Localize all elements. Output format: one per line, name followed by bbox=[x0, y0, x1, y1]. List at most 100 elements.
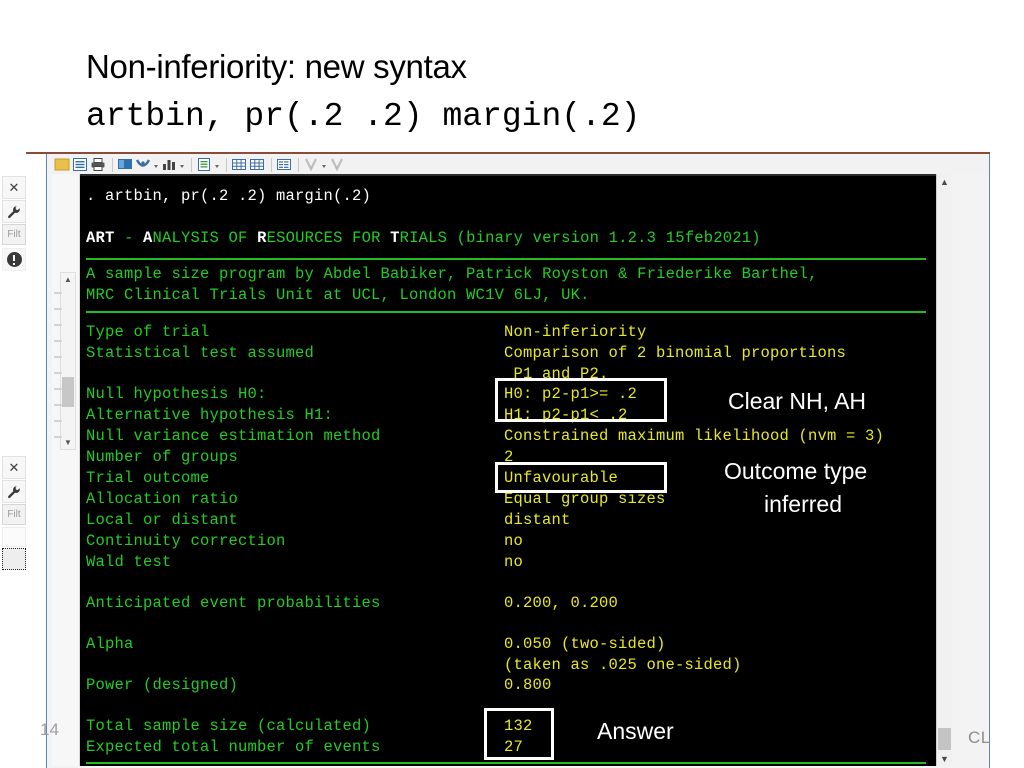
annotation-outcome-type-line1: Outcome type bbox=[724, 458, 868, 484]
art-banner: ART - ANALYSIS OF RESOURCES FOR TRIALS (… bbox=[86, 228, 761, 249]
label-expected-events: Expected total number of events bbox=[86, 738, 381, 756]
annotation-answer: Answer bbox=[597, 718, 674, 744]
value-wald-test: no bbox=[504, 553, 524, 571]
break-icon[interactable] bbox=[303, 157, 319, 172]
label-anticipated-probabilities: Anticipated event probabilities bbox=[86, 594, 381, 612]
dotted-selection-box[interactable] bbox=[2, 548, 26, 570]
art-banner-esources: ESOURCES FOR bbox=[266, 229, 391, 247]
chevron-down-icon[interactable] bbox=[153, 158, 159, 172]
label-power: Power (designed) bbox=[86, 676, 239, 694]
slide-canvas: Non-inferiority: new syntax artbin, pr(.… bbox=[0, 0, 1024, 768]
chevron-down-icon[interactable] bbox=[179, 158, 185, 172]
answer-highlight-box bbox=[484, 708, 554, 760]
art-banner-t: T bbox=[390, 229, 400, 247]
blank-panel-slot bbox=[2, 527, 26, 547]
art-banner-art: ART bbox=[86, 229, 115, 247]
settings-wrench-button-top[interactable] bbox=[2, 200, 26, 223]
value-local-or-distant: distant bbox=[504, 511, 571, 529]
label-statistical-test: Statistical test assumed bbox=[86, 344, 315, 362]
annotation-clear-nh-ah: Clear NH, AH bbox=[728, 388, 867, 414]
banner-rule-top bbox=[86, 258, 926, 260]
scroll-down-arrow-icon[interactable]: ▼ bbox=[937, 751, 952, 766]
art-banner-r: R bbox=[257, 229, 267, 247]
filter-button-bottom[interactable]: Filt bbox=[2, 504, 26, 525]
ghost-list-row bbox=[54, 404, 62, 406]
label-alternative-hypothesis: Alternative hypothesis H1: bbox=[86, 406, 334, 424]
stata-toolbar[interactable] bbox=[47, 155, 989, 174]
graph-window-icon[interactable] bbox=[117, 157, 133, 172]
data-browser-icon[interactable] bbox=[249, 157, 265, 172]
value-test-assumed-1: Comparison of 2 binomial proportions bbox=[504, 344, 847, 362]
label-null-hypothesis: Null hypothesis H0: bbox=[86, 385, 267, 403]
graph-editor-icon[interactable] bbox=[135, 157, 151, 172]
art-banner-rials: RIALS bbox=[399, 229, 457, 247]
label-type-of-trial: Type of trial bbox=[86, 323, 210, 341]
ghost-list-row bbox=[54, 292, 62, 294]
credit-line-1: A sample size program by Abdel Babiker, … bbox=[86, 265, 818, 283]
ghost-list-row bbox=[54, 340, 62, 342]
art-banner-nalysis: NALYSIS OF bbox=[152, 229, 258, 247]
page-title: Non-inferiority: new syntax bbox=[86, 48, 467, 85]
scroll-thumb[interactable] bbox=[938, 728, 951, 750]
ghost-list-row bbox=[54, 420, 62, 422]
ghost-list-row bbox=[54, 372, 62, 374]
scroll-thumb[interactable] bbox=[62, 377, 74, 407]
value-continuity-correction: no bbox=[504, 532, 524, 550]
chevron-down-icon[interactable] bbox=[321, 158, 327, 172]
label-total-sample-size: Total sample size (calculated) bbox=[86, 717, 372, 735]
art-banner-dash: - bbox=[114, 229, 144, 247]
value-anticipated-probabilities: 0.200, 0.200 bbox=[504, 594, 619, 612]
label-trial-outcome: Trial outcome bbox=[86, 469, 210, 487]
toolbar-separator bbox=[191, 157, 192, 172]
folder-open-icon[interactable] bbox=[54, 157, 70, 172]
results-scrollbar[interactable]: ▲ ▼ bbox=[936, 174, 952, 766]
log-file-icon[interactable] bbox=[72, 157, 88, 172]
left-strip-scrollbar[interactable]: ▲ ▼ bbox=[60, 272, 76, 450]
value-null-variance-method: Constrained maximum likelihood (nvm = 3) bbox=[504, 427, 885, 445]
scroll-down-arrow-icon[interactable]: ▼ bbox=[61, 436, 75, 449]
value-alpha-1: 0.050 (two-sided) bbox=[504, 635, 666, 653]
ghost-list-row bbox=[54, 436, 62, 438]
toolbar-separator bbox=[226, 157, 227, 172]
hypotheses-highlight-box bbox=[495, 378, 667, 422]
filter-button-top[interactable]: Filt bbox=[2, 224, 26, 245]
ghost-list-row bbox=[54, 356, 62, 358]
scroll-up-arrow-icon[interactable]: ▲ bbox=[937, 174, 952, 189]
stata-results-window: . artbin, pr(.2 .2) margin(.2) ART - ANA… bbox=[80, 174, 952, 766]
print-icon[interactable] bbox=[90, 157, 106, 172]
label-continuity-correction: Continuity correction bbox=[86, 532, 286, 550]
value-alpha-2: (taken as .025 one-sided) bbox=[504, 656, 742, 674]
do-file-editor-icon[interactable] bbox=[196, 157, 212, 172]
toolbar-separator bbox=[298, 157, 299, 172]
bar-chart-icon[interactable] bbox=[161, 157, 177, 172]
exclamation-circle-icon[interactable] bbox=[2, 248, 26, 271]
art-banner-a: A bbox=[143, 229, 153, 247]
label-alpha: Alpha bbox=[86, 635, 134, 653]
results-top-edge bbox=[80, 174, 936, 176]
scroll-up-arrow-icon[interactable]: ▲ bbox=[61, 273, 75, 286]
label-null-variance-method: Null variance estimation method bbox=[86, 427, 381, 445]
ghost-list-row bbox=[54, 308, 62, 310]
toolbar-separator bbox=[271, 157, 272, 172]
stop-icon[interactable] bbox=[329, 157, 345, 172]
ghost-list-row bbox=[54, 324, 62, 326]
chevron-down-icon[interactable] bbox=[214, 158, 220, 172]
settings-wrench-button-bottom[interactable] bbox=[2, 480, 26, 503]
command-line: . artbin, pr(.2 .2) margin(.2) bbox=[86, 187, 372, 205]
ucl-logo-mark: CL bbox=[968, 728, 991, 747]
page-subtitle-code: artbin, pr(.2 .2) margin(.2) bbox=[86, 98, 641, 135]
banner-rule-bottom bbox=[86, 311, 926, 313]
value-type-of-trial: Non-inferiority bbox=[504, 323, 647, 341]
variables-manager-icon[interactable] bbox=[276, 157, 292, 172]
label-local-or-distant: Local or distant bbox=[86, 511, 239, 529]
label-wald-test: Wald test bbox=[86, 553, 172, 571]
value-power: 0.800 bbox=[504, 676, 552, 694]
close-panel-button-top[interactable]: ✕ bbox=[2, 176, 26, 199]
data-editor-icon[interactable] bbox=[231, 157, 247, 172]
annotation-outcome-type-line2: inferred bbox=[764, 491, 842, 517]
outcome-highlight-box bbox=[495, 462, 667, 493]
credit-line-2: MRC Clinical Trials Unit at UCL, London … bbox=[86, 286, 590, 304]
toolbar-separator bbox=[112, 157, 113, 172]
label-allocation-ratio: Allocation ratio bbox=[86, 490, 239, 508]
close-panel-button-bottom[interactable]: ✕ bbox=[2, 456, 26, 479]
